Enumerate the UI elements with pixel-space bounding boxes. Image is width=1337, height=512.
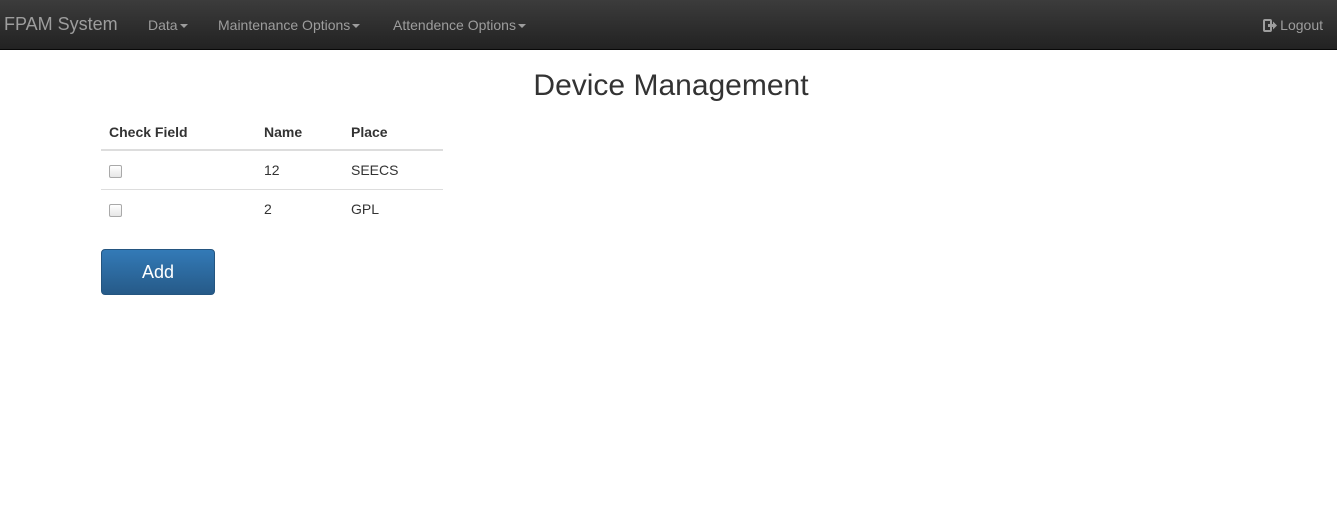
- table-row: 12 SEECS: [101, 150, 443, 189]
- column-header-name: Name: [256, 114, 343, 151]
- check-cell: [101, 150, 256, 189]
- table-header-row: Check Field Name Place: [101, 114, 443, 151]
- nav-menu-maintenance-options[interactable]: Maintenance Options: [218, 17, 361, 33]
- table-row: 2 GPL: [101, 188, 443, 228]
- name-cell: 2: [256, 188, 343, 228]
- brand-link[interactable]: FPAM System: [4, 14, 118, 35]
- caret-down-icon: [517, 24, 526, 29]
- place-cell: SEECS: [351, 161, 399, 178]
- nav-menu-attendence-options[interactable]: Attendence Options: [393, 17, 526, 33]
- nav-menu-data-label: Data: [148, 17, 178, 33]
- device-table: Check Field Name Place 12 SEECS 2 GPL: [101, 114, 443, 228]
- log-out-icon: [1263, 19, 1278, 32]
- nav-menu-data[interactable]: Data: [148, 17, 188, 33]
- name-cell: 12: [264, 161, 280, 178]
- add-button[interactable]: Add: [101, 249, 215, 295]
- top-navbar: FPAM System Data Maintenance Options Att…: [0, 0, 1337, 50]
- column-header-place: Place: [343, 114, 443, 151]
- row-checkbox[interactable]: [109, 164, 122, 178]
- place-cell: GPL: [343, 188, 443, 228]
- logout-label: Logout: [1280, 17, 1323, 33]
- page-title: Device Management: [533, 69, 809, 102]
- nav-menu-maintenance-options-label: Maintenance Options: [218, 17, 351, 33]
- caret-down-icon: [179, 24, 188, 29]
- nav-menu-attendence-options-label: Attendence Options: [393, 17, 516, 33]
- check-cell: [101, 188, 256, 228]
- column-header-check-field: Check Field: [101, 114, 256, 151]
- row-checkbox[interactable]: [109, 203, 122, 217]
- caret-down-icon: [352, 24, 361, 29]
- logout-link[interactable]: Logout: [1263, 17, 1323, 33]
